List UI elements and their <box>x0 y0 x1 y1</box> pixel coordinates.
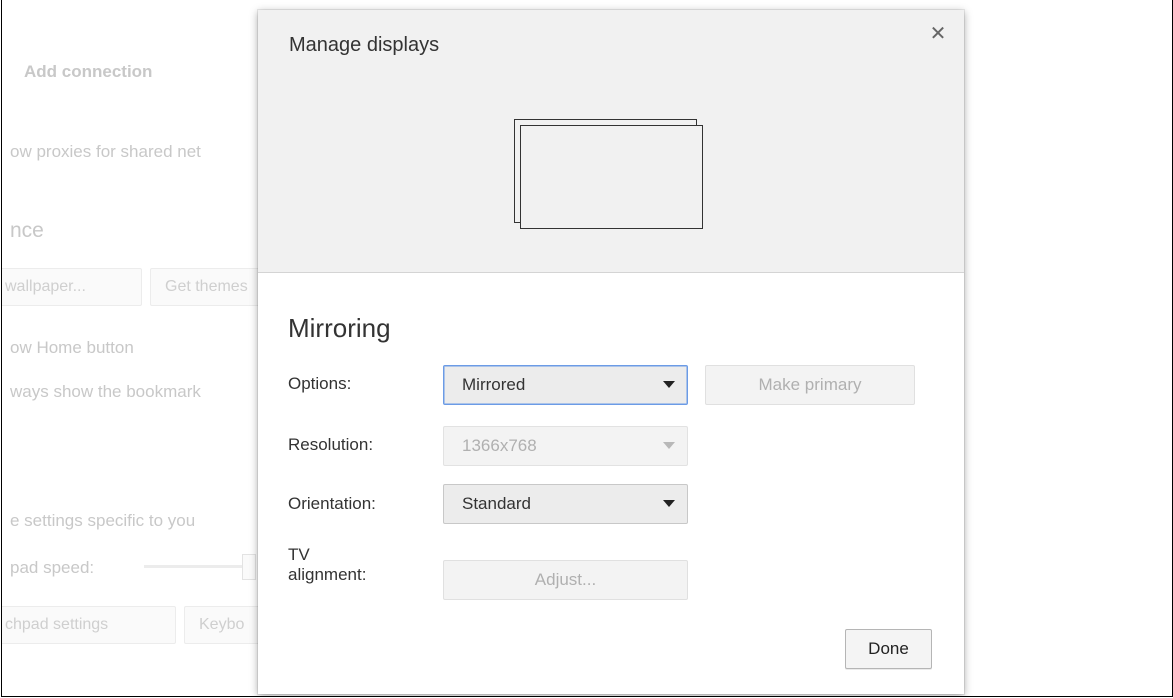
orientation-select[interactable]: Standard <box>443 484 688 524</box>
chevron-down-icon <box>663 442 675 449</box>
tv-alignment-label-line2: alignment: <box>288 565 367 584</box>
orientation-select-value: Standard <box>462 494 531 513</box>
options-select-value: Mirrored <box>462 375 526 394</box>
tv-alignment-label: TV alignment: <box>288 545 366 585</box>
background-settings-page: Add connection ow proxies for shared net… <box>2 0 264 696</box>
options-label: Options: <box>288 374 352 393</box>
resolution-label: Resolution: <box>288 435 374 454</box>
get-themes-button: Get themes <box>150 268 264 306</box>
options-select[interactable]: Mirrored <box>443 365 688 405</box>
touchpad-speed-slider <box>144 565 254 568</box>
chevron-down-icon <box>663 500 675 507</box>
add-connection-link: Add connection <box>24 62 153 81</box>
touchpad-speed-label: pad speed: <box>10 558 95 577</box>
section-title: Mirroring <box>288 313 391 343</box>
manage-displays-dialog: Manage displays ✕ Mirroring Options: Mir… <box>258 10 964 694</box>
chevron-down-icon <box>663 381 675 388</box>
make-primary-button[interactable]: Make primary <box>705 365 915 405</box>
touchpad-speed-slider-thumb <box>242 554 256 580</box>
screen-frame: Add connection ow proxies for shared net… <box>1 0 1173 697</box>
keyboard-settings-button: Keybo <box>184 606 264 644</box>
device-settings-description: e settings specific to you <box>10 511 196 530</box>
show-bookmarks-bar-label: ways show the bookmark <box>10 382 201 401</box>
close-icon[interactable]: ✕ <box>926 22 950 46</box>
tv-alignment-label-line1: TV <box>288 545 310 564</box>
orientation-label: Orientation: <box>288 494 376 513</box>
resolution-select-value: 1366x768 <box>462 436 537 455</box>
allow-proxies-checkbox-label: ow proxies for shared net <box>10 142 201 161</box>
touchpad-settings-button: chpad settings <box>2 606 176 644</box>
dialog-title: Manage displays <box>289 34 440 56</box>
display-arrangement-area: Manage displays ✕ <box>258 10 964 273</box>
resolution-select[interactable]: 1366x768 <box>443 426 688 466</box>
adjust-button[interactable]: Adjust... <box>443 560 688 600</box>
show-home-button-label: ow Home button <box>10 338 134 357</box>
appearance-heading: nce <box>10 219 44 242</box>
display-rectangle-primary[interactable] <box>520 125 703 229</box>
done-button[interactable]: Done <box>845 629 932 669</box>
set-wallpaper-button: wallpaper... <box>2 268 142 306</box>
